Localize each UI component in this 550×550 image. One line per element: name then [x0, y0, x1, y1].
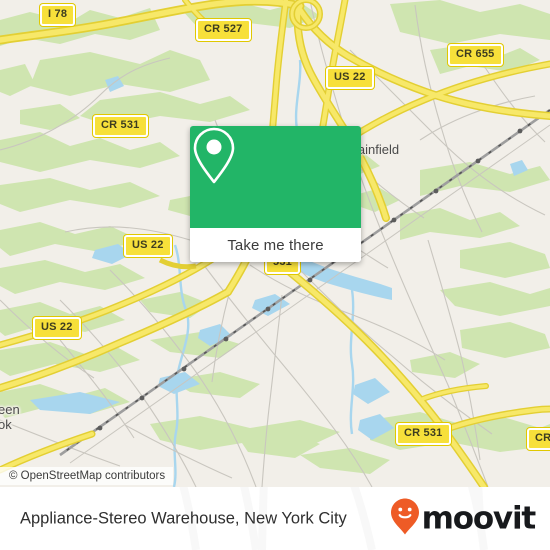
osm-attribution[interactable]: © OpenStreetMap contributors — [0, 467, 174, 485]
moovit-pin-icon — [390, 497, 420, 540]
take-me-there-label: Take me there — [227, 236, 324, 254]
bottom-bar: Appliance-Stereo Warehouse, New York Cit… — [0, 487, 550, 550]
place-label-brook: ok — [0, 417, 12, 432]
osm-attribution-text: © OpenStreetMap contributors — [9, 470, 166, 482]
card-icon-area — [190, 126, 361, 228]
moovit-wordmark: moovit — [421, 500, 537, 536]
road-shield: CR 531 — [93, 115, 148, 137]
screenshot-root: I 78 CR 527 CR 655 US 22 CR 531 US 22 US… — [0, 0, 550, 550]
road-shield: I 78 — [40, 4, 76, 26]
road-shield-clipped: CR — [527, 428, 550, 450]
place-title: Appliance-Stereo Warehouse, New York Cit… — [20, 509, 347, 527]
road-shield: US 22 — [124, 235, 172, 257]
moovit-logo[interactable]: moovit — [390, 497, 537, 540]
road-shield: CR 527 — [196, 19, 251, 41]
take-me-there-card[interactable]: Take me there — [190, 126, 361, 262]
road-shield: CR 531 — [396, 423, 451, 445]
road-shield: US 22 — [326, 67, 374, 89]
map-canvas[interactable]: I 78 CR 527 CR 655 US 22 CR 531 US 22 US… — [0, 0, 550, 487]
road-shield: CR 655 — [448, 44, 503, 66]
place-label-green: een — [0, 402, 20, 417]
road-shield: US 22 — [33, 317, 81, 339]
place-label-plainfield: lainfield — [355, 142, 400, 157]
take-me-there-button[interactable]: Take me there — [190, 228, 361, 262]
